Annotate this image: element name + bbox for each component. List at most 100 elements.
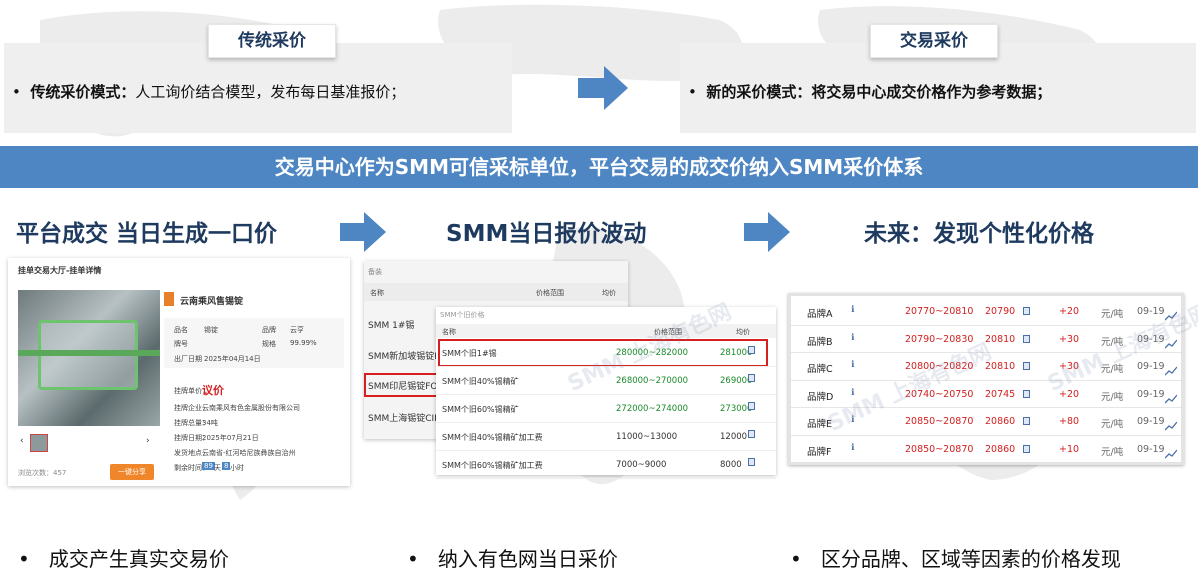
price-row: SMM个旧60%锡精矿加工费 7000~9000 8000 xyxy=(436,451,776,479)
spec-key: 出厂日期 xyxy=(174,355,202,363)
back-col-range: 价格范围 xyxy=(536,289,564,297)
price-row-avg: 12000 xyxy=(720,432,748,442)
brand-date: 09-19 xyxy=(1137,444,1165,455)
calendar-icon[interactable] xyxy=(748,402,755,410)
product-photo xyxy=(18,290,160,426)
spec-value: 锡锭 xyxy=(204,326,218,334)
bullet-text: 将交易中心成交价格作为参考数据； xyxy=(811,83,1052,101)
prev-arrow-icon[interactable]: ‹ xyxy=(20,436,24,446)
calendar-icon[interactable] xyxy=(1023,307,1030,315)
col2-footer-text: 纳入有色网当日采价 xyxy=(437,547,618,571)
col2-footer: • 纳入有色网当日采价 xyxy=(407,543,618,572)
brand-name: 品牌F xyxy=(807,447,832,458)
brand-row: 品牌F 20850~20870 20860 +10 元/吨 09-19 ℹ xyxy=(791,436,1181,464)
price-row-name: SMM个旧60%锡精矿加工费 xyxy=(442,461,543,470)
bullet-bold-label: 新的采价模式： xyxy=(706,83,812,101)
trade-pricing-bullet: • 新的采价模式：将交易中心成交价格作为参考数据； xyxy=(688,81,1051,102)
calendar-icon[interactable] xyxy=(748,374,755,382)
info-icon[interactable]: ℹ xyxy=(851,360,854,370)
right-arrow-icon xyxy=(744,212,790,252)
col1-footer: • 成交产生真实交易价 xyxy=(18,543,229,572)
price-row-range: 7000~9000 xyxy=(616,460,667,470)
spec-value: 99.99% xyxy=(290,339,317,347)
brand-row: 品牌A 20770~20810 20790 +20 元/吨 09-19 ℹ xyxy=(791,298,1181,326)
info-icon[interactable]: ℹ xyxy=(851,333,854,343)
spec-key: 牌号 xyxy=(174,340,188,348)
traditional-pricing-tag: 传统采价 xyxy=(208,24,336,58)
brand-unit: 元/吨 xyxy=(1101,391,1124,403)
calendar-icon[interactable] xyxy=(748,346,755,354)
brand-change: +20 xyxy=(1059,306,1080,317)
col2-heading: SMM当日报价波动 xyxy=(446,221,647,247)
brand-name: 品牌C xyxy=(807,364,833,376)
col1-heading: 平台成交 当日生成一口价 xyxy=(16,221,278,247)
bullet-text: 人工询价结合模型，发布每日基准报价； xyxy=(135,83,406,101)
brand-change: +10 xyxy=(1059,444,1080,455)
spec-value: 云亨 xyxy=(290,326,304,334)
back-row: SMM 1#锡 xyxy=(368,321,415,331)
bullet-dot: • xyxy=(18,547,49,571)
brand-date: 09-19 xyxy=(1137,388,1165,400)
trend-chart-icon[interactable] xyxy=(1164,361,1178,380)
col3-footer-text: 区分品牌、区域等因素的价格发现 xyxy=(820,547,1121,571)
col1-footer-text: 成交产生真实交易价 xyxy=(48,547,229,571)
spec-key: 品名 xyxy=(174,326,188,334)
price-row-range: 268000~270000 xyxy=(616,376,689,386)
price-value: 议价 xyxy=(202,384,224,397)
brand-avg: 20810 xyxy=(985,333,1016,345)
back-col-avg: 均价 xyxy=(602,289,616,297)
info-icon[interactable]: ℹ xyxy=(851,305,854,315)
spec-table: 品名 锡锭 品牌 云亨 牌号 规格 99.99% 出厂日期 2025年04月14… xyxy=(164,318,344,368)
calendar-icon[interactable] xyxy=(1023,389,1030,398)
bullet-dot: • xyxy=(12,83,31,101)
spec-value: 2025年04月14日 xyxy=(204,355,261,363)
brand-avg: 20745 xyxy=(985,388,1016,400)
back-col-name: 名称 xyxy=(370,289,384,297)
back-panel-title: 备装 xyxy=(368,268,382,276)
brand-unit: 元/吨 xyxy=(1101,419,1124,431)
brand-name: 品牌A xyxy=(807,309,833,320)
back-panel-header xyxy=(364,283,628,301)
brand-price-table: 品牌A 20770~20810 20790 +20 元/吨 09-19 ℹ 品牌B 20790~… xyxy=(788,293,1184,465)
brand-unit: 元/吨 xyxy=(1101,309,1124,320)
smm-gejiu-price-panel: SMM个旧价格 名称 价格范围 均价 SMM个旧1#锡 280000~282000… xyxy=(436,307,776,479)
trend-chart-icon[interactable] xyxy=(1164,444,1178,463)
seller-logo xyxy=(164,292,174,306)
hour-unit: 小时 xyxy=(230,464,244,472)
listing-title: 挂单交易大厅-挂单详情 xyxy=(18,266,102,275)
calendar-icon[interactable] xyxy=(1023,334,1030,343)
listing-detail-screenshot: 挂单交易大厅-挂单详情 ‹ › 云南乘风售锡锭 品名 锡锭 品牌 云亨 牌号 规… xyxy=(8,258,350,486)
front-col-avg: 均价 xyxy=(736,328,750,336)
calendar-icon[interactable] xyxy=(1023,445,1030,453)
brand-date: 09-19 xyxy=(1137,361,1165,373)
front-col-name: 名称 xyxy=(442,328,456,336)
info-icon[interactable]: ℹ xyxy=(851,443,854,453)
brand-avg: 20860 xyxy=(985,444,1016,455)
share-button[interactable]: 一键分享 xyxy=(110,464,154,480)
calendar-icon[interactable] xyxy=(748,430,755,438)
price-row: SMM个旧60%锡精矿 272000~274000 273000 xyxy=(436,395,776,423)
seller-name: 云南乘风售锡锭 xyxy=(180,297,244,307)
brand-avg: 20860 xyxy=(985,416,1016,428)
brand-name: 品牌B xyxy=(807,336,833,348)
trend-chart-icon[interactable] xyxy=(1164,416,1178,435)
info-value: 云南乘风有色金属股份有限公司 xyxy=(202,404,300,412)
brand-change: +30 xyxy=(1059,333,1080,345)
brand-date: 09-19 xyxy=(1137,416,1165,428)
brand-avg: 20790 xyxy=(985,306,1016,317)
day-unit: 天 xyxy=(214,464,221,472)
main-banner: 交易中心作为SMM可信采标单位，平台交易的成交价纳入SMM采价体系 xyxy=(0,146,1198,188)
calendar-icon[interactable] xyxy=(1023,362,1030,371)
price-row-avg: 8000 xyxy=(720,460,742,470)
remaining-days: 89 xyxy=(202,462,215,470)
price-row-name: SMM个旧60%锡精矿 xyxy=(442,405,519,414)
price-row-range: 272000~274000 xyxy=(616,404,689,414)
price-row-range: 11000~13000 xyxy=(616,432,678,442)
trend-chart-icon[interactable] xyxy=(1164,389,1178,408)
calendar-icon[interactable] xyxy=(748,458,755,466)
bullet-dot: • xyxy=(688,83,707,101)
next-arrow-icon[interactable]: › xyxy=(146,436,150,446)
calendar-icon[interactable] xyxy=(1023,417,1030,426)
col3-heading: 未来：发现个性化价格 xyxy=(864,221,1094,247)
thumbnail[interactable] xyxy=(30,434,48,452)
